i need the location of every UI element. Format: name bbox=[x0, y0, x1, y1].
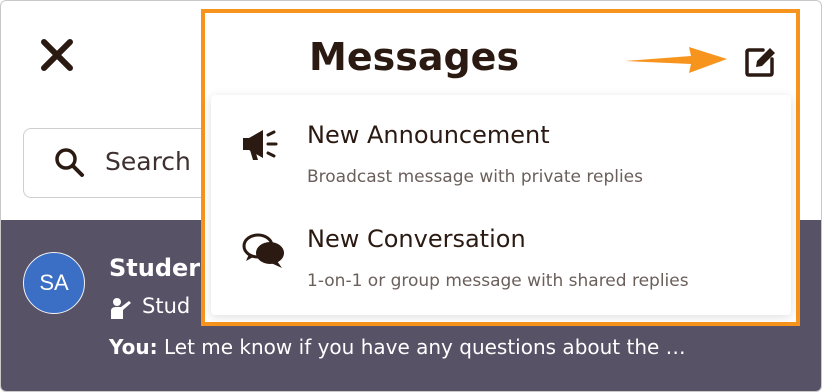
megaphone-icon bbox=[243, 130, 278, 160]
popup-title: Messages bbox=[309, 35, 520, 79]
conversation-role: Stud bbox=[142, 294, 191, 318]
conversation-preview: You: Let me know if you have any questio… bbox=[109, 335, 686, 359]
avatar: SA bbox=[23, 252, 85, 314]
menu-item-title: New Announcement bbox=[307, 121, 550, 149]
close-button[interactable] bbox=[39, 37, 75, 73]
new-message-menu: New Announcement Broadcast message with … bbox=[211, 95, 791, 315]
compose-icon bbox=[745, 48, 775, 77]
search-icon bbox=[55, 148, 84, 177]
highlight-arrow-icon bbox=[625, 47, 727, 73]
close-icon bbox=[41, 39, 73, 71]
chat-bubbles-icon bbox=[242, 233, 284, 268]
menu-item-new-announcement[interactable]: New Announcement Broadcast message with … bbox=[211, 95, 791, 195]
menu-item-subtitle: 1-on-1 or group message with shared repl… bbox=[307, 271, 689, 291]
menu-item-subtitle: Broadcast message with private replies bbox=[307, 167, 643, 187]
messages-screen: Search SA Studer Stud You: Let me know i… bbox=[0, 0, 822, 392]
menu-item-title: New Conversation bbox=[307, 225, 526, 253]
conversation-name: Studer bbox=[109, 254, 201, 282]
menu-item-new-conversation[interactable]: New Conversation 1-on-1 or group message… bbox=[211, 199, 791, 299]
search-placeholder: Search bbox=[105, 147, 191, 176]
messages-popup: Messages New Announcement Broadcast mess… bbox=[201, 9, 800, 326]
compose-button[interactable] bbox=[741, 43, 779, 81]
student-icon bbox=[111, 298, 131, 319]
